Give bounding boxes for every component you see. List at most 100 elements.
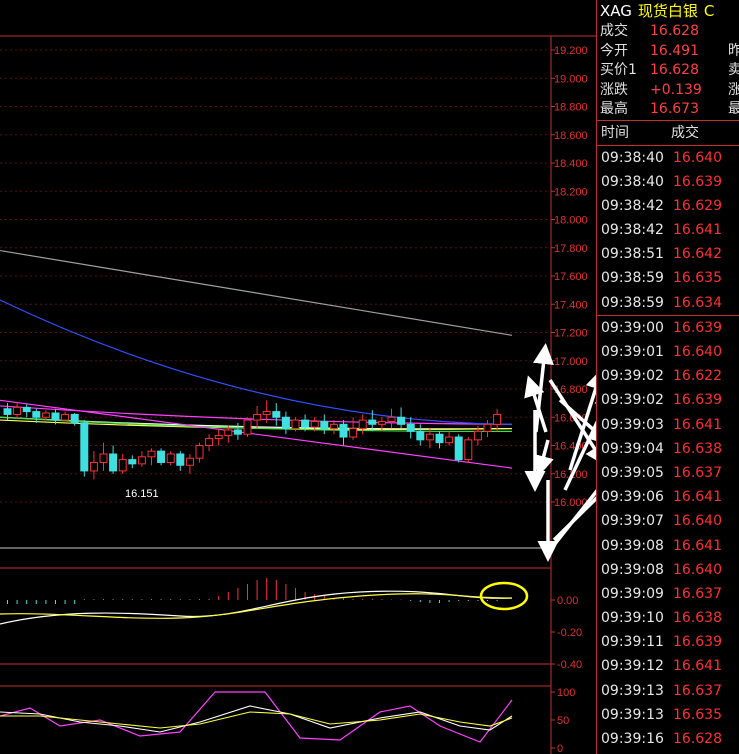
quote-value: 16.628	[650, 62, 699, 78]
y-tick-label: 18.400	[554, 158, 588, 170]
tick-price: 16.629	[673, 197, 722, 214]
ticks-header-price: 成交	[671, 124, 699, 141]
tick-row: 09:39:02 16.639	[597, 388, 739, 412]
y-tick-label: 100	[557, 687, 575, 699]
tick-price: 16.640	[673, 149, 722, 166]
quote-right-label: 最	[728, 101, 739, 117]
tick-row: 09:39:12 16.641	[597, 654, 739, 678]
tick-row: 09:39:08 16.641	[597, 534, 739, 558]
candle-body	[205, 437, 214, 446]
candle-body	[262, 411, 271, 415]
tick-row: 09:39:10 16.638	[597, 606, 739, 630]
tick-time: 09:39:07	[601, 513, 664, 530]
kline-chart-area[interactable]: 19.200 19.000 18.800 18.600 18.400 18.200 18.0…	[0, 0, 596, 754]
macd-dif-line	[0, 590, 513, 625]
candle-body	[243, 419, 252, 435]
tick-price: 16.634	[673, 294, 722, 311]
tick-row: 09:38:59 16.635	[597, 266, 739, 290]
kdj-d-line	[0, 711, 513, 729]
y-tick-label: 18.000	[554, 215, 588, 227]
kdj-k-line	[0, 705, 513, 733]
quote-row: 涨跌 +0.139 涨	[597, 81, 739, 101]
tick-row: 09:38:59 16.634	[597, 291, 739, 315]
tick-row: 09:39:04 16.638	[597, 437, 739, 461]
quote-row: 成交 16.628	[597, 22, 739, 42]
candle-body	[70, 413, 79, 424]
y-tick-label: 17.000	[554, 356, 588, 368]
candle-body	[377, 420, 386, 425]
quote-label: 买价1	[600, 62, 637, 78]
tick-row: 09:39:16 16.628	[597, 727, 739, 751]
tick-price: 16.641	[673, 658, 722, 675]
candle-body	[272, 411, 281, 418]
tick-price: 16.635	[673, 706, 722, 723]
quote-label: 今开	[600, 42, 628, 59]
tick-price: 16.640	[673, 561, 722, 578]
candle-body	[109, 453, 118, 472]
ticks-header-time: 时间	[601, 124, 629, 141]
tick-price: 16.635	[673, 270, 722, 287]
tick-price: 16.641	[673, 222, 722, 239]
tick-time: 09:38:51	[601, 246, 664, 263]
quote-label: 涨跌	[600, 81, 628, 98]
candle-body	[253, 413, 262, 421]
annotation-arrow	[533, 439, 554, 477]
tick-time: 09:39:12	[601, 658, 664, 675]
y-tick-label: 19.200	[554, 45, 588, 57]
quote-rows: 成交 16.628 今开 16.491 昨买价1 16.628 卖涨跌 +0.139 涨最高 16…	[597, 22, 739, 120]
candle-body	[425, 433, 434, 441]
y-tick-label: 0	[557, 743, 563, 754]
candle-body	[281, 416, 290, 430]
tick-row: 09:39:09 16.637	[597, 582, 739, 606]
kline-chart[interactable]: 19.200 19.000 18.800 18.600 18.400 18.200 18.0…	[0, 0, 596, 754]
candle-body	[147, 450, 156, 458]
tick-price: 16.639	[673, 392, 722, 409]
candle-body	[473, 430, 482, 441]
tick-price: 16.640	[673, 513, 722, 530]
y-tick-label: 17.200	[554, 328, 588, 340]
candle-body	[61, 413, 70, 421]
quote-value: 16.491	[650, 42, 699, 59]
tick-time: 09:39:10	[601, 610, 664, 627]
tick-time: 09:39:13	[601, 682, 664, 699]
symbol-title: XAG 现货白银 C	[597, 0, 739, 22]
candle-body	[118, 459, 127, 472]
candle-body	[349, 428, 358, 438]
candle-body	[416, 430, 425, 441]
tick-time: 09:38:42	[601, 222, 664, 239]
tick-list[interactable]: 09:38:40 16.640 09:38:40 16.639 09:38:42 16.6…	[597, 146, 739, 752]
tick-time: 09:39:04	[601, 440, 664, 457]
quote-panel: XAG 现货白银 C 成交 16.628 今开 16.491 昨买价1 16.628 卖涨跌 +0…	[596, 0, 739, 754]
candle-body	[329, 423, 338, 430]
candle-body	[483, 423, 492, 432]
candle-body	[301, 419, 310, 428]
candle-body	[51, 412, 60, 421]
candle-body	[99, 453, 108, 463]
candle-body	[80, 422, 89, 472]
tick-row: 09:39:01 16.640	[597, 340, 739, 364]
tick-time: 09:39:02	[601, 392, 664, 409]
ma-line	[0, 249, 513, 336]
candle-body	[397, 416, 406, 425]
ma-line	[0, 299, 513, 425]
y-tick-label: 18.200	[554, 186, 588, 198]
tick-row: 09:39:00 16.639	[597, 316, 739, 340]
tick-row: 09:38:42 16.629	[597, 194, 739, 218]
quote-right-label: 昨	[728, 42, 739, 59]
tick-row: 09:38:40 16.639	[597, 170, 739, 194]
tick-time: 09:39:11	[601, 634, 664, 651]
candle-body	[32, 411, 41, 418]
candle-body	[166, 453, 175, 463]
candle-body	[185, 457, 194, 466]
tick-price: 16.640	[673, 344, 722, 360]
tick-price: 16.637	[673, 464, 722, 481]
candle-body	[157, 450, 166, 463]
tick-row: 09:39:07 16.640	[597, 509, 739, 533]
macd-dea-line	[0, 593, 513, 619]
tick-price: 16.641	[673, 537, 722, 554]
candle-body	[41, 412, 50, 418]
candle-body	[358, 419, 367, 430]
tick-row: 09:38:42 16.641	[597, 218, 739, 242]
highlight-ellipse	[479, 581, 529, 611]
candle-body	[224, 429, 233, 437]
